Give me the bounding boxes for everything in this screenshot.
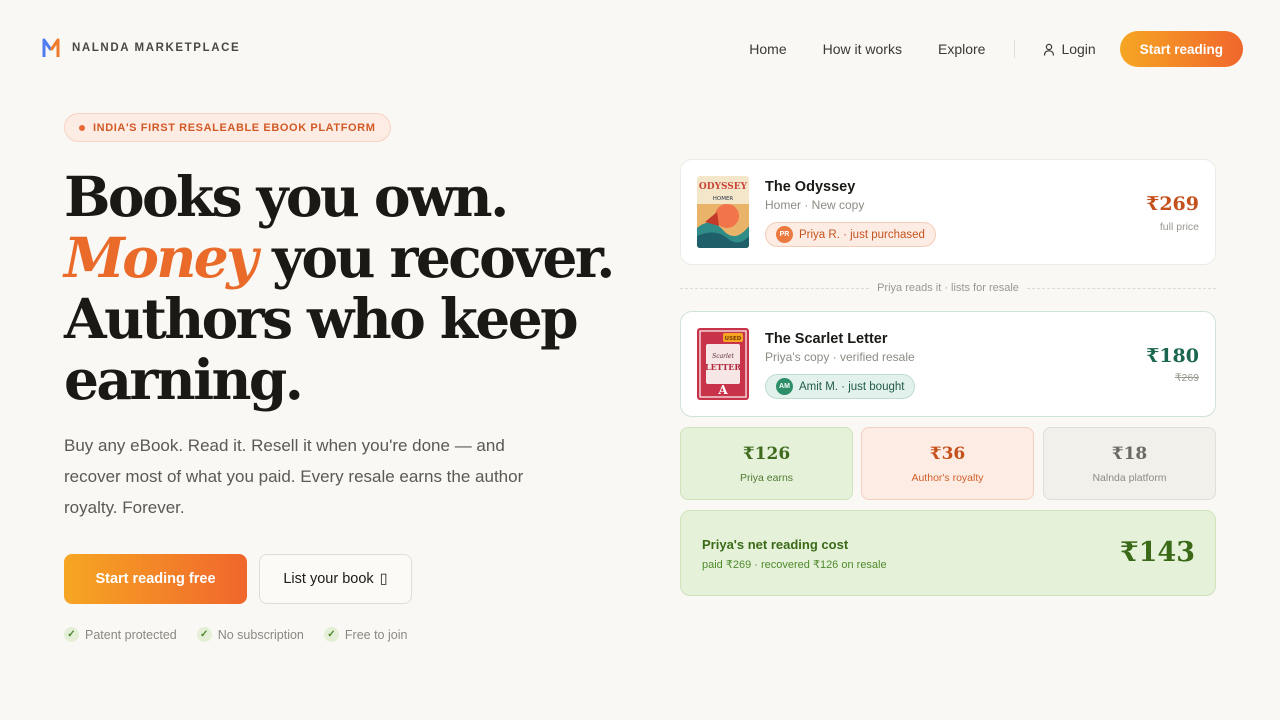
net-cost-amount: ₹143: [1119, 537, 1195, 568]
svg-text:USED: USED: [725, 336, 742, 342]
resale-price: ₹180: [1146, 345, 1199, 367]
buyer-label: Amit M. · just bought: [799, 380, 905, 393]
svg-text:HOMER: HOMER: [713, 196, 734, 202]
net-cost-detail: paid ₹269 · recovered ₹126 on resale: [702, 559, 887, 571]
check-label: Patent protected: [85, 627, 177, 642]
buyer-label: Priya R. · just purchased: [799, 228, 925, 241]
check-icon: ✓: [64, 627, 79, 642]
odyssey-cover-image: ODYSSEY HOMER: [697, 176, 749, 248]
headline-line-2: Money you recover.: [64, 227, 624, 288]
check-label: No subscription: [217, 627, 304, 642]
badge-dot-icon: [79, 124, 85, 131]
check-item: ✓ No subscription: [196, 627, 304, 642]
split-platform-fee: ₹18 Nalnda platform: [1043, 427, 1216, 500]
login-label: Login: [1061, 41, 1096, 57]
headline-line-2-rest: you recover.: [255, 225, 615, 290]
book-title: The Scarlet Letter: [765, 331, 888, 347]
book-title: The Odyssey: [765, 179, 856, 195]
book-meta: Priya's copy · verified resale: [765, 350, 915, 364]
nav-home[interactable]: Home: [749, 41, 786, 57]
purchase-card: ODYSSEY HOMER The Odyssey Homer · New co…: [680, 159, 1216, 265]
start-reading-free-button[interactable]: Start reading free: [64, 554, 247, 604]
nav-links: Home How it works Explore Login Start re…: [749, 31, 1243, 67]
user-icon: [1044, 43, 1055, 56]
buyer-badge: PR Priya R. · just purchased: [765, 222, 936, 247]
price-note: full price: [1159, 221, 1199, 233]
avatar: PR: [776, 226, 793, 243]
feature-checks: ✓ Patent protected ✓ No subscription ✓ Free…: [64, 627, 407, 642]
svg-text:ODYSSEY: ODYSSEY: [699, 182, 748, 192]
avatar: AM: [776, 378, 793, 395]
book-icon: ▯: [379, 571, 388, 587]
check-icon: ✓: [323, 627, 339, 642]
check-item: ✓ Free to join: [323, 627, 408, 642]
headline-line-3: Authors who keep: [64, 286, 579, 351]
list-your-book-button[interactable]: List your book ▯: [259, 554, 412, 604]
check-icon: ✓: [196, 627, 212, 642]
net-cost-card: Priya's net reading cost paid ₹269 · rec…: [680, 510, 1216, 596]
nav-how-it-works[interactable]: How it works: [823, 41, 902, 57]
split-amount: ₹18: [1111, 444, 1148, 464]
svg-text:LETTER: LETTER: [705, 362, 741, 372]
split-label: Priya earns: [739, 472, 794, 484]
headline-accent: Money: [64, 225, 258, 290]
flow-divider: Priya reads it · lists for resale: [680, 280, 1217, 296]
list-your-book-label: List your book: [283, 571, 374, 587]
split-label: Author's royalty: [911, 472, 984, 484]
book-meta: Homer · New copy: [765, 198, 865, 212]
check-label: Free to join: [344, 627, 408, 642]
hero-headline: Books you own. Money you recover. Author…: [64, 166, 624, 410]
brand-logo[interactable]: NALNDA MARKETPLACE: [42, 38, 240, 58]
divider-line: [680, 287, 870, 289]
split-seller-earns: ₹126 Priya earns: [680, 427, 853, 500]
tagline-badge: INDIA'S FIRST RESALEABLE EBOOK PLATFORM: [64, 113, 392, 142]
tagline-text: INDIA'S FIRST RESALEABLE EBOOK PLATFORM: [93, 121, 376, 134]
original-price: ₹269: [1174, 372, 1199, 384]
divider-text: Priya reads it · lists for resale: [877, 282, 1019, 294]
split-amount: ₹36: [929, 444, 966, 464]
top-nav: NALNDA MARKETPLACE Home How it works Exp…: [0, 0, 1280, 96]
price: ₹269: [1146, 193, 1199, 215]
split-amount: ₹126: [742, 444, 791, 464]
svg-text:A: A: [717, 383, 728, 397]
net-cost-title: Priya's net reading cost: [702, 537, 849, 552]
hero-subtitle: Buy any eBook. Read it. Resell it when y…: [64, 436, 524, 517]
brand-name: NALNDA MARKETPLACE: [72, 42, 241, 54]
split-label: Nalnda platform: [1092, 472, 1167, 484]
nav-explore[interactable]: Explore: [938, 41, 985, 57]
scarlet-letter-cover-image: Scarlet LETTER A USED: [697, 328, 749, 400]
start-reading-button[interactable]: Start reading: [1119, 31, 1243, 67]
buyer-badge: AM Amit M. · just bought: [765, 374, 916, 399]
login-link[interactable]: Login: [1043, 41, 1096, 57]
resale-card: Scarlet LETTER A USED The Scarlet Letter…: [680, 311, 1216, 417]
check-item: ✓ Patent protected: [64, 627, 177, 642]
divider-line: [1026, 287, 1217, 289]
nalnda-logo-icon: [42, 38, 60, 57]
svg-text:Scarlet: Scarlet: [712, 353, 734, 360]
headline-line-4: earning.: [64, 347, 304, 412]
headline-line-1: Books you own.: [64, 164, 509, 229]
nav-divider: [1014, 40, 1016, 58]
split-author-royalty: ₹36 Author's royalty: [861, 427, 1034, 500]
